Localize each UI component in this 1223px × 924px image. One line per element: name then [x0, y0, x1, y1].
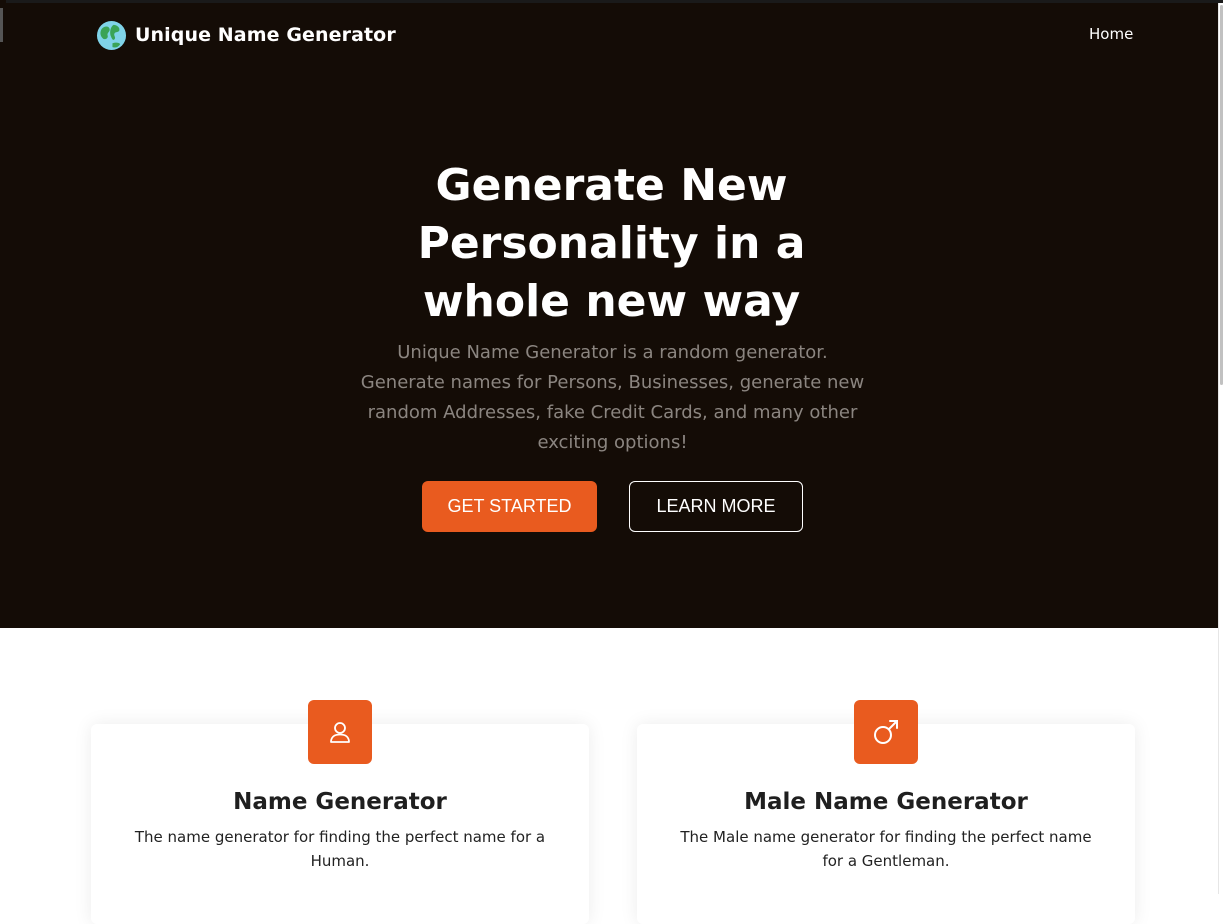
feature-icon-badge: [308, 700, 372, 764]
brand-link[interactable]: Unique Name Generator: [96, 18, 396, 52]
feature-icon-badge: [854, 700, 918, 764]
page-scrollbar[interactable]: [1218, 3, 1223, 894]
left-edge-marker: [0, 8, 3, 42]
hero-subtitle: Unique Name Generator is a random genera…: [360, 342, 865, 453]
male-symbol-icon: [874, 720, 898, 744]
feature-description: The name generator for finding the perfe…: [134, 828, 546, 870]
feature-title: Name Generator: [233, 789, 447, 815]
feature-title: Male Name Generator: [744, 789, 1028, 815]
globe-icon: [96, 20, 127, 50]
user-icon: [330, 722, 350, 743]
learn-more-button[interactable]: LEARN MORE: [629, 481, 803, 532]
get-started-button[interactable]: GET STARTED: [422, 481, 597, 532]
hero-title: Generate New Personality in a whole new …: [417, 160, 806, 327]
nav-home-link[interactable]: Home: [1089, 25, 1133, 43]
brand-name: Unique Name Generator: [135, 24, 396, 46]
feature-description: The Male name generator for finding the …: [680, 828, 1092, 870]
